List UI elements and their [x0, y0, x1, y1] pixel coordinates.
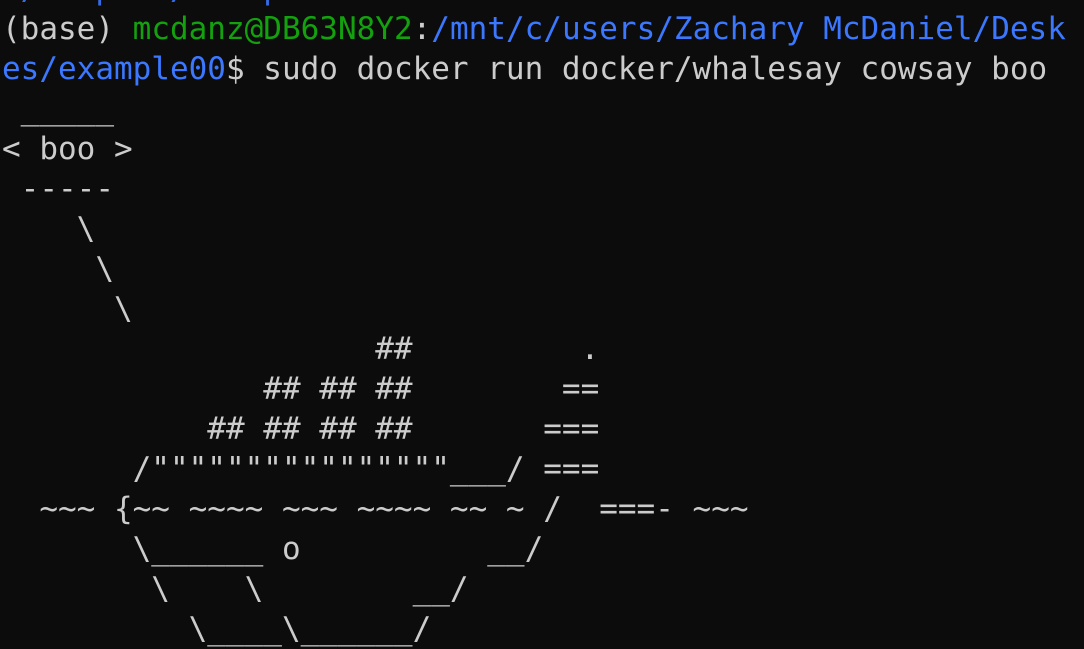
output-line: _____ [2, 91, 133, 127]
terminal-screen: s/chaptr3/exampl(base) mcdanz@DB63N8Y2:/… [2, 0, 1066, 649]
output-line: \ \ __/ [2, 571, 469, 607]
output-line: ----- [2, 171, 133, 207]
current-path: /mnt/c/users/Zachary McDaniel/Desk [431, 11, 1066, 47]
output-line: \ [2, 211, 96, 247]
prompt-colon: : [412, 11, 432, 47]
output-line: \______ o __/ [2, 531, 544, 567]
user-host: mcdanz@DB63N8Y2 [132, 11, 413, 47]
output-line: \ [2, 291, 133, 327]
output-line: /""""""""""""""""___/ === [2, 451, 600, 487]
output-line: ## ## ## == [2, 371, 600, 407]
current-path-continued: es/example00 [2, 51, 226, 87]
previous-output-line: s/chaptr3/exampl [2, 0, 1066, 9]
prompt-continuation-line: es/example00$ sudo docker run docker/wha… [2, 49, 1066, 89]
command-text: sudo docker run docker/whalesay cowsay b… [263, 51, 1048, 87]
output-line: < boo > [2, 131, 133, 167]
output-line: ## ## ## ## === [2, 411, 600, 447]
output-line: ## . [2, 331, 600, 367]
prompt-symbol: $ [225, 51, 264, 87]
output-line: \ [2, 251, 114, 287]
output-line: \____\______/ [2, 611, 432, 647]
terminal-window[interactable]: s/chaptr3/exampl(base) mcdanz@DB63N8Y2:/… [0, 0, 1084, 649]
output-line: ~~~ {~~ ~~~~ ~~~ ~~~~ ~~ ~ / ===- ~~~ [2, 491, 749, 527]
prompt-line: (base) mcdanz@DB63N8Y2:/mnt/c/users/Zach… [2, 9, 1066, 49]
conda-env: (base) [2, 11, 133, 47]
